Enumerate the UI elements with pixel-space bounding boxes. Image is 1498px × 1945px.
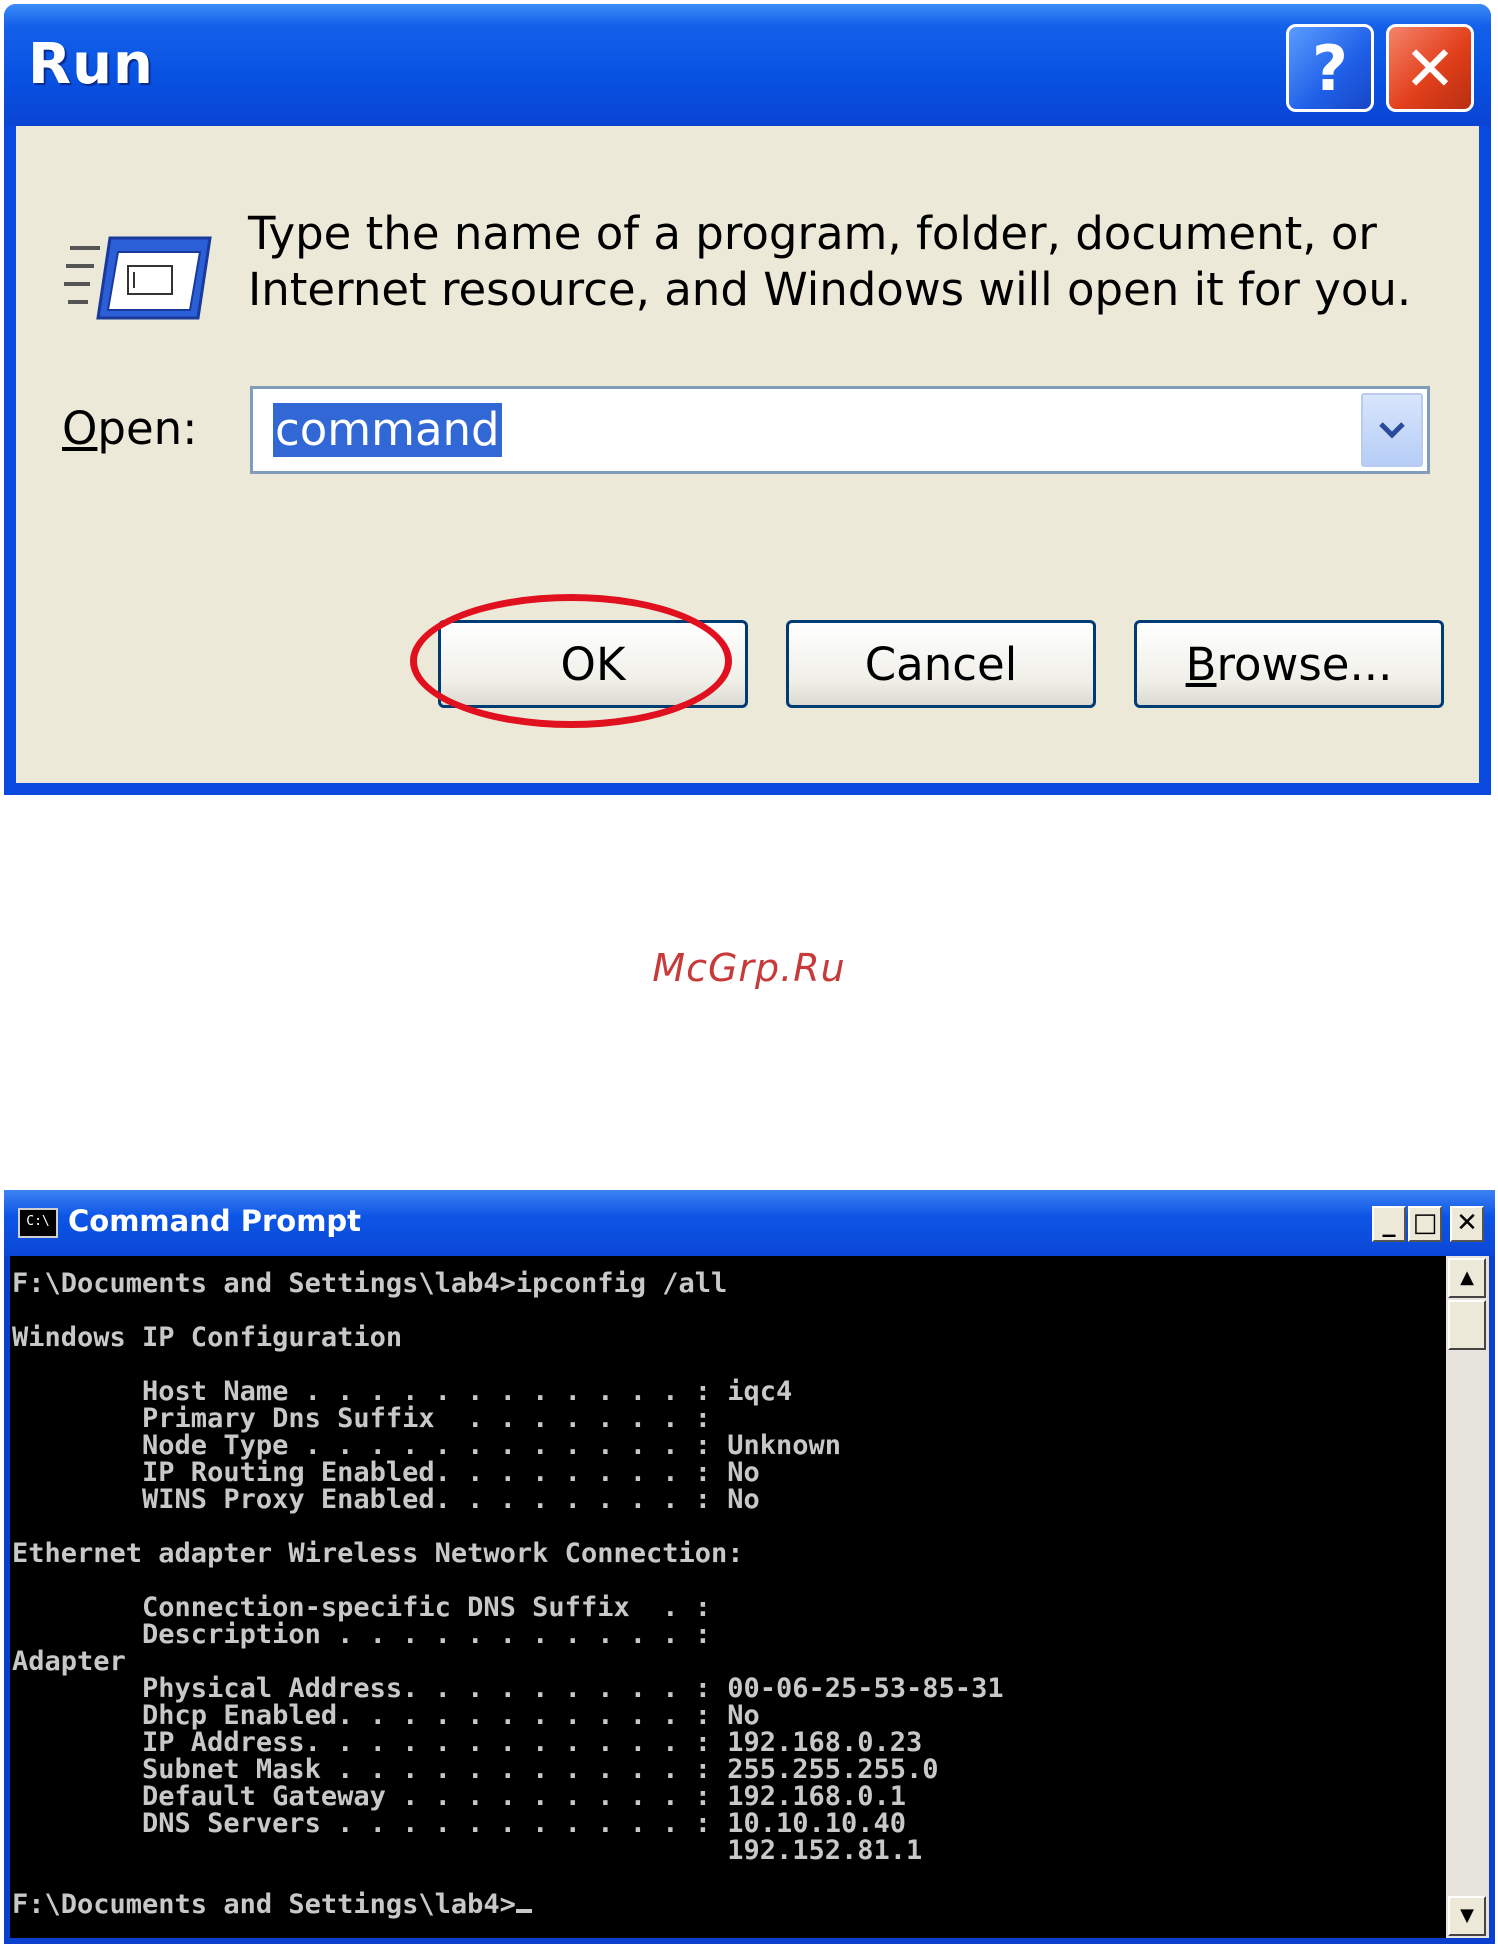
redacted-block [802, 1617, 1444, 1661]
text-cursor [515, 1909, 532, 1913]
console-text: F:\Documents and Settings\lab4>ipconfig … [12, 1268, 1004, 1920]
minimize-icon: _ [1382, 1208, 1396, 1238]
console-icon: C:\ [18, 1208, 58, 1238]
run-description: Type the name of a program, folder, docu… [248, 206, 1428, 318]
run-dialog: Run ? ✕ Type the name of a program, fold… [4, 4, 1491, 795]
browse-button[interactable]: Browse... [1134, 620, 1444, 708]
close-button[interactable]: ✕ [1386, 24, 1474, 112]
watermark: McGrp.Ru [652, 946, 846, 990]
scrollbar-thumb[interactable] [1448, 1300, 1486, 1350]
maximize-button[interactable]: □ [1408, 1206, 1442, 1242]
open-label-text: pen: [97, 402, 198, 455]
maximize-icon: □ [1412, 1208, 1438, 1238]
cmd-titlebar[interactable]: C:\ Command Prompt _ □ ✕ [4, 1190, 1495, 1256]
arrow-down-icon: ▼ [1460, 1905, 1474, 1926]
cmd-title: Command Prompt [68, 1204, 362, 1238]
browse-label-mnemonic: B [1185, 637, 1217, 691]
minimize-button[interactable]: _ [1372, 1206, 1406, 1242]
cmd-close-button[interactable]: ✕ [1450, 1206, 1484, 1242]
scroll-down-button[interactable]: ▼ [1448, 1896, 1486, 1936]
open-label-mnemonic: O [62, 402, 98, 455]
dropdown-button[interactable] [1361, 393, 1423, 467]
run-body: Type the name of a program, folder, docu… [16, 126, 1479, 783]
open-input[interactable]: command [273, 403, 502, 457]
browse-label-text: rowse... [1216, 637, 1393, 691]
open-combobox[interactable]: command [250, 386, 1430, 474]
ok-highlight-ellipse [410, 594, 732, 728]
close-icon: ✕ [1404, 31, 1456, 105]
run-title: Run [28, 32, 154, 97]
description-line-2: Internet resource, and Windows will open… [248, 263, 1412, 316]
chevron-down-icon [1379, 422, 1405, 439]
help-button[interactable]: ? [1286, 24, 1374, 112]
console-output[interactable]: F:\Documents and Settings\lab4>ipconfig … [10, 1256, 1446, 1938]
close-icon: ✕ [1456, 1208, 1478, 1238]
browse-label: Browse... [1186, 638, 1393, 691]
description-line-1: Type the name of a program, folder, docu… [248, 207, 1377, 260]
cancel-button[interactable]: Cancel [786, 620, 1096, 708]
vertical-scrollbar[interactable]: ▲ ▼ [1446, 1256, 1489, 1938]
open-label: Open: [62, 402, 197, 455]
arrow-up-icon: ▲ [1460, 1267, 1474, 1288]
run-titlebar[interactable]: Run ? ✕ [4, 4, 1491, 126]
cancel-label: Cancel [864, 637, 1018, 691]
run-program-icon [64, 236, 212, 320]
help-icon: ? [1312, 31, 1348, 105]
command-prompt-window: C:\ Command Prompt _ □ ✕ F:\Documents an… [4, 1190, 1495, 1944]
scroll-up-button[interactable]: ▲ [1448, 1258, 1486, 1298]
